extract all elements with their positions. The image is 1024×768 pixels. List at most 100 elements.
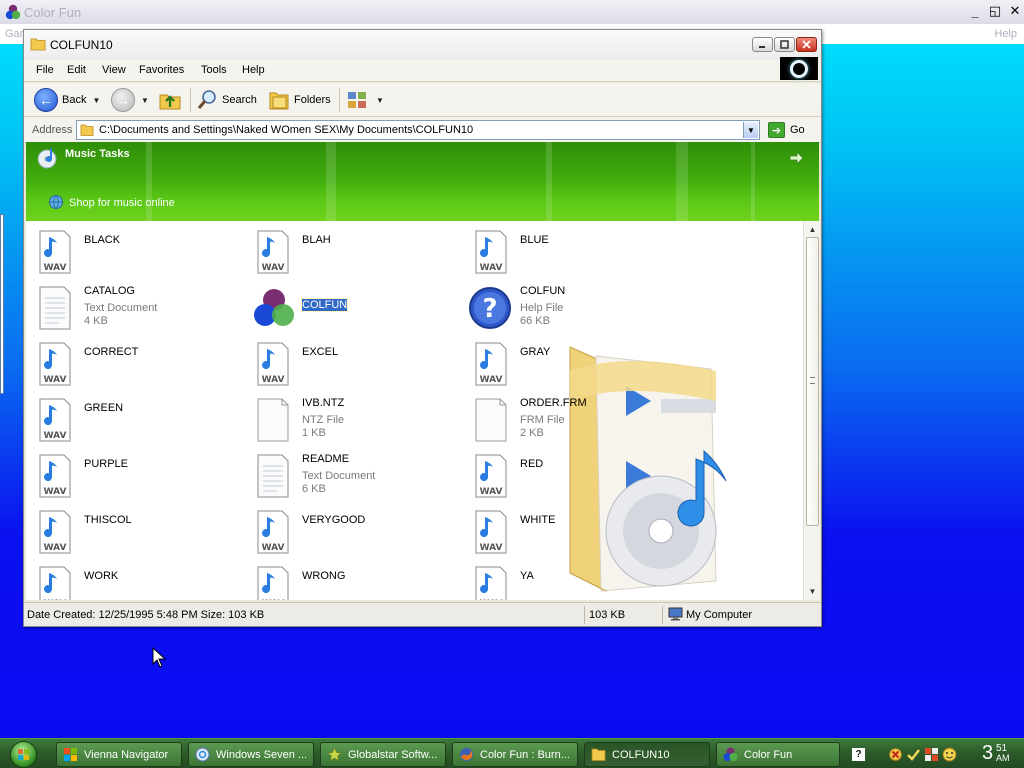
file-item[interactable]: CATALOG Text Document 4 KB — [26, 285, 236, 335]
file-type: Text Document — [302, 470, 376, 482]
chevron-down-icon[interactable]: ▼ — [376, 96, 384, 105]
file-item[interactable]: WAV VERYGOOD — [244, 509, 454, 559]
colfun-app-icon — [5, 4, 21, 20]
close-icon — [802, 40, 811, 49]
svg-text:WAV: WAV — [44, 263, 67, 273]
folders-icon — [269, 92, 289, 110]
taskbar-item-globalstar[interactable]: Globalstar Softw... — [320, 742, 446, 767]
taskbar-item-colfun10[interactable]: COLFUN10 — [584, 742, 710, 767]
menu-help[interactable]: Help — [242, 64, 265, 76]
file-item[interactable]: WAV GREEN — [26, 397, 236, 447]
start-button[interactable] — [10, 741, 37, 768]
vertical-scrollbar[interactable]: ▲ ▼ — [803, 221, 820, 600]
file-item[interactable]: WAV EXCEL — [244, 341, 454, 391]
back-label: Back — [62, 94, 87, 106]
shop-music-online-link[interactable]: Shop for music online — [69, 197, 175, 209]
svg-text:WAV: WAV — [44, 599, 67, 600]
address-path: C:\Documents and Settings\Naked WOmen SE… — [99, 124, 474, 136]
wav-icon: WAV — [39, 510, 71, 554]
tray-messenger-icon[interactable] — [942, 747, 957, 762]
go-arrow-icon[interactable]: ➔ — [768, 122, 785, 138]
back-button[interactable]: ← Back ▼ — [34, 87, 100, 113]
menu-file[interactable]: File — [36, 64, 54, 76]
folders-button[interactable]: Folders — [268, 87, 331, 113]
menu-view[interactable]: View — [102, 64, 126, 76]
file-item[interactable]: WAV PURPLE — [26, 453, 236, 503]
forward-button[interactable]: → ▼ — [111, 87, 149, 113]
taskbar-item-vienna-navigator[interactable]: Vienna Navigator — [56, 742, 182, 767]
background-window-edge — [0, 214, 4, 394]
folder-icon — [591, 748, 606, 761]
file-item[interactable]: WAV GRAY — [462, 341, 672, 391]
scrollbar-thumb[interactable] — [806, 237, 819, 526]
close-button[interactable] — [796, 37, 817, 52]
menu-tools[interactable]: Tools — [201, 64, 227, 76]
address-input[interactable]: C:\Documents and Settings\Naked WOmen SE… — [76, 120, 760, 140]
menu-favorites[interactable]: Favorites — [139, 64, 184, 76]
restore-button[interactable]: ◱ — [986, 2, 1004, 20]
window-title: COLFUN10 — [50, 38, 113, 52]
file-item[interactable]: WAV BLACK — [26, 229, 236, 279]
go-button[interactable]: Go — [790, 124, 805, 136]
file-type: NTZ File — [302, 414, 345, 426]
file-item[interactable]: WAV WHITE — [462, 509, 672, 559]
address-dropdown-button[interactable]: ▼ — [743, 122, 758, 138]
file-item[interactable]: WAV RED — [462, 453, 672, 503]
file-item[interactable]: WAV BLUE — [462, 229, 672, 279]
vienna-icon — [64, 748, 77, 761]
toolbar-separator — [190, 88, 191, 112]
search-button[interactable]: Search — [196, 87, 257, 113]
maximize-button[interactable] — [774, 37, 795, 52]
file-name: THISCOL — [84, 514, 132, 526]
chevron-down-icon[interactable]: ▼ — [141, 96, 149, 105]
tray-help-icon[interactable]: ? — [852, 748, 865, 761]
file-item[interactable]: ORDER.FRM FRM File 2 KB — [462, 397, 672, 447]
file-item[interactable]: COLFUN — [244, 285, 454, 335]
taskbar-item-color-fun-burn[interactable]: Color Fun : Burn... — [452, 742, 578, 767]
svg-text:?: ? — [482, 294, 497, 324]
menu-edit[interactable]: Edit — [67, 64, 86, 76]
firefox-icon — [460, 748, 473, 761]
scroll-up-icon[interactable]: ▲ — [806, 223, 819, 236]
tray-security-icon[interactable] — [924, 747, 939, 762]
menu-item-help[interactable]: Help — [994, 28, 1017, 40]
chevron-down-icon[interactable]: ▼ — [92, 96, 100, 105]
minimize-button[interactable] — [752, 37, 773, 52]
file-item[interactable]: ? COLFUN Help File 66 KB — [462, 285, 672, 335]
file-item[interactable]: WAV WRONG — [244, 565, 454, 600]
file-type: Text Document — [84, 302, 158, 314]
file-item[interactable]: WAV CORRECT — [26, 341, 236, 391]
expand-arrow-icon[interactable] — [788, 150, 804, 166]
windows-logo-badge — [780, 57, 818, 80]
file-item[interactable]: README Text Document 6 KB — [244, 453, 454, 503]
svg-text:WAV: WAV — [44, 431, 67, 441]
file-type: Help File — [520, 302, 564, 314]
file-item[interactable]: WAV YA — [462, 565, 672, 600]
tray-network-error-icon[interactable] — [888, 747, 903, 762]
scroll-down-icon[interactable]: ▼ — [806, 585, 819, 598]
taskbar-item-label: Color Fun — [744, 748, 793, 761]
clock-hour[interactable]: 3 — [982, 742, 993, 765]
file-name: BLAH — [302, 234, 331, 246]
file-item[interactable]: WAV BLAH — [244, 229, 454, 279]
file-item[interactable]: IVB.NTZ NTZ File 1 KB — [244, 397, 454, 447]
minimize-button[interactable]: _ — [966, 2, 984, 20]
close-button[interactable]: ✕ — [1006, 2, 1024, 20]
taskbar-item-windows-seven[interactable]: Windows Seven ... — [188, 742, 314, 767]
taskbar-item-color-fun[interactable]: Color Fun — [716, 742, 840, 767]
window-titlebar[interactable]: COLFUN10 — [24, 30, 821, 60]
wav-icon: WAV — [475, 566, 507, 600]
up-folder-button[interactable] — [158, 87, 182, 113]
tray-check-icon[interactable] — [906, 747, 921, 762]
views-button[interactable]: ▼ — [346, 87, 384, 113]
file-item[interactable]: WAV THISCOL — [26, 509, 236, 559]
up-folder-icon — [159, 94, 181, 110]
file-name: CORRECT — [84, 346, 139, 358]
file-name: RED — [520, 458, 544, 470]
views-icon — [348, 92, 366, 108]
file-item[interactable]: WAV WORK — [26, 565, 236, 600]
colfun-app-icon — [254, 289, 294, 326]
throbber-icon — [790, 59, 808, 78]
file-name: COLFUN — [300, 298, 349, 312]
folder-icon — [30, 38, 46, 51]
